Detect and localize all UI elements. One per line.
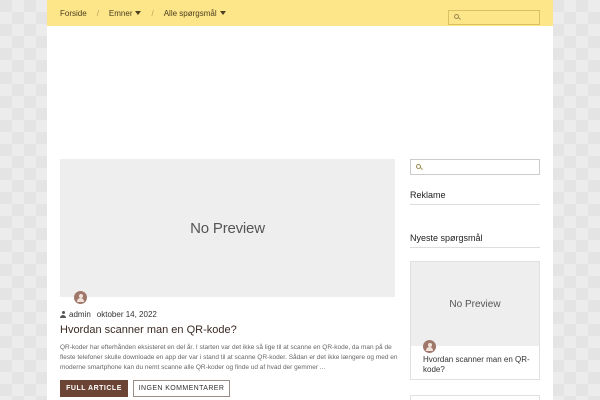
sidebar-search-box[interactable]	[410, 159, 540, 175]
nav-item-label: Forside	[60, 8, 87, 18]
no-preview-label: No Preview	[449, 298, 501, 310]
sidebar-post-title[interactable]: Hvordan scanner man en QR-kode?	[423, 355, 533, 375]
post-author[interactable]: admin	[69, 310, 91, 319]
nav-item-label: Emner	[108, 8, 133, 18]
sidebar-post-thumbnail[interactable]: No Preview	[411, 262, 539, 346]
page-content: No Preview admin oktober 14, 2022 Hvorda…	[47, 26, 553, 400]
author-avatar	[423, 340, 436, 353]
sidebar-post-card[interactable]	[410, 395, 540, 400]
breadcrumb-separator: /	[151, 8, 154, 18]
top-navigation-bar: Forside / Emner / Alle spørgsmål	[47, 0, 553, 26]
reklame-heading: Reklame	[410, 190, 540, 205]
nav-item-label: Alle spørgsmål	[163, 8, 217, 18]
newest-questions-heading: Nyeste spørgsmål	[410, 233, 540, 248]
full-article-button[interactable]: FULL ARTICLE	[60, 380, 128, 397]
nav-item-alle-spoergsmaal[interactable]: Alle spørgsmål	[164, 9, 226, 18]
search-icon	[454, 14, 461, 21]
post-date: oktober 14, 2022	[96, 310, 157, 319]
top-search-box[interactable]	[448, 10, 540, 25]
post-thumbnail[interactable]: No Preview	[60, 159, 395, 297]
post-excerpt: QR-koder har efterhånden eksisteret en d…	[60, 344, 398, 371]
nav-item-emner[interactable]: Emner	[109, 9, 142, 18]
sidebar-search-input[interactable]	[426, 161, 496, 173]
breadcrumb: Forside / Emner / Alle spørgsmål	[47, 9, 226, 18]
top-search-input[interactable]	[464, 11, 534, 24]
chevron-down-icon	[219, 11, 226, 15]
nav-item-forside[interactable]: Forside	[60, 9, 87, 18]
breadcrumb-separator: /	[96, 8, 99, 18]
no-preview-label: No Preview	[190, 219, 265, 237]
author-avatar	[74, 291, 87, 304]
search-icon	[416, 163, 423, 171]
chevron-down-icon	[135, 11, 142, 15]
post-title[interactable]: Hvordan scanner man en QR-kode?	[60, 324, 237, 336]
sidebar-post-card[interactable]: No Preview Hvordan scanner man en QR-kod…	[410, 261, 540, 380]
user-icon	[60, 311, 66, 318]
post-meta: admin oktober 14, 2022	[60, 310, 157, 319]
comments-button[interactable]: INGEN KOMMENTARER	[133, 380, 230, 397]
